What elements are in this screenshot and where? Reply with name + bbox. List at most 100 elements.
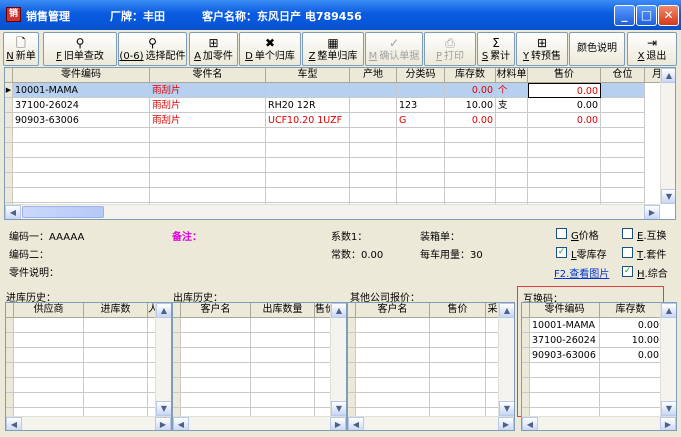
cell-stock[interactable]: 0.00 — [600, 348, 662, 363]
scroll-up-arrow-icon[interactable]: ▲ — [661, 303, 676, 318]
empty-cell[interactable] — [430, 363, 486, 378]
empty-cell[interactable] — [251, 348, 315, 363]
empty-cell[interactable] — [528, 128, 601, 143]
column-header[interactable]: 车型 — [266, 68, 350, 83]
column-header[interactable]: 仓位 — [601, 68, 645, 83]
inbound-vscroll[interactable]: ▲ ▼ — [155, 303, 171, 416]
empty-cell[interactable] — [530, 393, 600, 408]
cell-stock[interactable]: 0.00 — [600, 318, 662, 333]
empty-cell[interactable] — [356, 378, 430, 393]
empty-cell[interactable] — [445, 143, 496, 158]
scroll-thumb[interactable] — [22, 206, 104, 218]
scroll-down-arrow-icon[interactable]: ▼ — [661, 189, 675, 204]
empty-cell[interactable] — [496, 143, 528, 158]
parts-grid[interactable]: 零件编码 零件名 车型 产地 分类码 库存数 材料单 售价 仓位月 ▶ 10001-MAMA 雨刮片 0… — [4, 67, 676, 220]
column-header[interactable]: 材料单 — [496, 68, 528, 83]
other-quotes-grid[interactable]: 客户名 售价采 ▲ ▼ ◀ ▶ — [347, 302, 515, 431]
cell-code[interactable]: 90903-63006 — [530, 348, 600, 363]
cell-code[interactable]: 37100-26024 — [13, 98, 150, 113]
empty-cell[interactable] — [445, 158, 496, 173]
zero-stock-checkbox[interactable]: ✓ — [556, 247, 567, 258]
column-header[interactable]: 出库数量 — [251, 303, 315, 318]
empty-cell[interactable] — [315, 318, 331, 333]
empty-cell[interactable] — [14, 348, 84, 363]
empty-cell[interactable] — [181, 348, 251, 363]
empty-cell[interactable] — [356, 318, 430, 333]
empty-cell[interactable] — [14, 393, 84, 408]
empty-cell[interactable] — [601, 143, 645, 158]
main-grid-hscroll[interactable]: ◀ ▶ — [5, 204, 660, 219]
scroll-right-arrow-icon[interactable]: ▶ — [644, 205, 660, 219]
empty-cell[interactable] — [528, 158, 601, 173]
cell-stock[interactable]: 0.00 — [445, 113, 496, 128]
empty-cell[interactable] — [251, 333, 315, 348]
cell-loc[interactable] — [601, 83, 645, 98]
empty-cell[interactable] — [84, 378, 148, 393]
empty-cell[interactable] — [84, 318, 148, 333]
empty-cell[interactable] — [356, 348, 430, 363]
empty-cell[interactable] — [13, 173, 150, 188]
empty-cell[interactable] — [251, 393, 315, 408]
empty-cell[interactable] — [181, 318, 251, 333]
scroll-up-arrow-icon[interactable]: ▲ — [661, 68, 675, 83]
column-header[interactable]: 库存数 — [445, 68, 496, 83]
empty-cell[interactable] — [350, 128, 397, 143]
cell-loc[interactable] — [601, 113, 645, 128]
empty-cell[interactable] — [496, 173, 528, 188]
toolbar-button-11[interactable]: ⇥ X 退出 — [627, 32, 677, 66]
toolbar-button-0[interactable]: 🗋 N 新单 — [3, 32, 39, 66]
cell-stock[interactable]: 10.00 — [445, 98, 496, 113]
empty-cell[interactable] — [356, 363, 430, 378]
column-header[interactable]: 客户名 — [356, 303, 430, 318]
cell-unit[interactable]: 个 — [496, 83, 528, 98]
empty-cell[interactable] — [150, 188, 266, 203]
cell-unit[interactable] — [496, 113, 528, 128]
outbound-history-grid[interactable]: 客户名出库数量售价▲▼◀▶ — [172, 302, 347, 431]
toolbar-button-4[interactable]: ✖ D 单个归库 — [239, 32, 301, 66]
cell-model[interactable] — [266, 83, 350, 98]
column-header[interactable]: 零件编码 — [530, 303, 600, 318]
empty-cell[interactable] — [445, 188, 496, 203]
column-header[interactable]: 供应商 — [14, 303, 84, 318]
empty-cell[interactable] — [600, 363, 662, 378]
summary-checkbox[interactable]: ✓ — [622, 266, 633, 277]
empty-cell[interactable] — [430, 348, 486, 363]
cell-stock[interactable]: 0.00 — [445, 83, 496, 98]
column-header[interactable]: 进库数 — [84, 303, 148, 318]
empty-cell[interactable] — [430, 333, 486, 348]
cell-code[interactable]: 10001-MAMA — [530, 318, 600, 333]
empty-cell[interactable] — [315, 348, 331, 363]
empty-cell[interactable] — [601, 173, 645, 188]
empty-cell[interactable] — [14, 318, 84, 333]
empty-cell[interactable] — [530, 363, 600, 378]
empty-cell[interactable] — [601, 158, 645, 173]
empty-cell[interactable] — [315, 363, 331, 378]
interchange-checkbox[interactable] — [622, 228, 633, 239]
empty-cell[interactable] — [430, 378, 486, 393]
toolbar-button-5[interactable]: ▦ Z 整单归库 — [302, 32, 364, 66]
scroll-right-arrow-icon[interactable]: ▶ — [155, 417, 171, 430]
toolbar-button-6[interactable]: ✓ M 确认单据 — [365, 32, 423, 66]
empty-cell[interactable] — [356, 393, 430, 408]
empty-cell[interactable] — [150, 128, 266, 143]
kit-checkbox[interactable] — [622, 247, 633, 258]
column-header[interactable]: 产地 — [350, 68, 397, 83]
empty-cell[interactable] — [14, 363, 84, 378]
empty-cell[interactable] — [601, 128, 645, 143]
cell-code[interactable]: 10001-MAMA — [13, 83, 150, 98]
toolbar-button-10[interactable]: 颜色说明 — [569, 32, 625, 66]
scroll-up-arrow-icon[interactable]: ▲ — [499, 303, 514, 318]
cell-origin[interactable] — [350, 98, 397, 113]
inbound-hscroll[interactable]: ◀ ▶ — [6, 416, 171, 430]
empty-cell[interactable] — [397, 143, 445, 158]
empty-cell[interactable] — [601, 188, 645, 203]
column-header[interactable]: 库存数 — [600, 303, 662, 318]
empty-cell[interactable] — [528, 173, 601, 188]
empty-cell[interactable] — [266, 188, 350, 203]
empty-cell[interactable] — [150, 143, 266, 158]
empty-cell[interactable] — [181, 393, 251, 408]
interchange-vscroll[interactable]: ▲ ▼ — [660, 303, 676, 416]
empty-cell[interactable] — [397, 158, 445, 173]
empty-cell[interactable] — [150, 173, 266, 188]
cell-origin[interactable] — [350, 113, 397, 128]
